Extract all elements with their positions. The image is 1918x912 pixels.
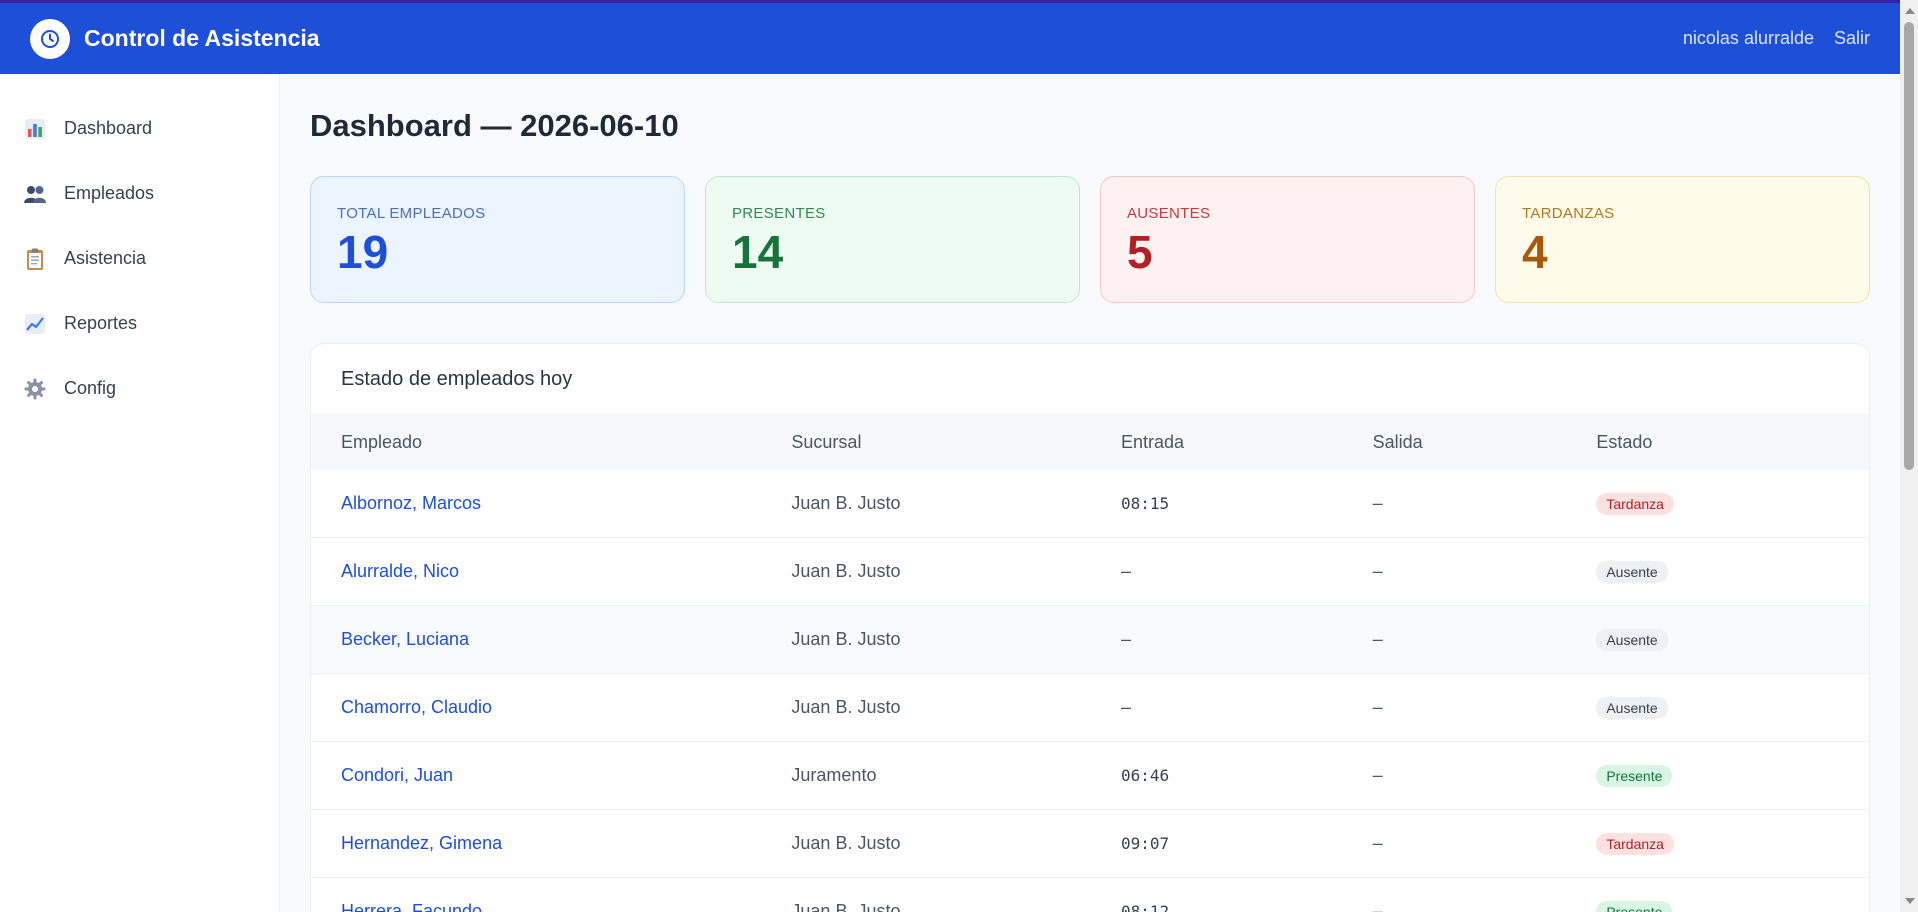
app-title: Control de Asistencia — [84, 25, 320, 51]
user-name[interactable]: nicolas alurralde — [1683, 28, 1814, 49]
stat-label: TARDANZAS — [1522, 205, 1615, 222]
entry-time-cell: 08:12 — [1120, 902, 1170, 912]
table-header: Empleado Sucursal Entrada Salida Estado — [311, 414, 1869, 470]
sidebar-item-label: Reportes — [64, 313, 138, 333]
employee-link[interactable]: Albornoz, Marcos — [341, 493, 481, 513]
stat-label: AUSENTES — [1127, 205, 1211, 222]
people-icon — [22, 181, 48, 207]
vertical-scrollbar[interactable] — [1900, 0, 1918, 912]
employee-link[interactable]: Alurralde, Nico — [341, 561, 459, 581]
table-row: Becker, Luciana Juan B. Justo – – Ausent… — [311, 606, 1869, 674]
table-row: Chamorro, Claudio Juan B. Justo – – Ause… — [311, 674, 1869, 742]
branch-cell: Juan B. Justo — [791, 697, 901, 717]
scrollbar-thumb[interactable] — [1904, 22, 1914, 470]
sidebar-item-empleados[interactable]: Empleados — [0, 161, 279, 226]
exit-time-cell: – — [1372, 697, 1383, 717]
stat-card-total: TOTAL EMPLEADOS 19 — [310, 176, 685, 303]
status-badge: Presente — [1596, 764, 1673, 787]
exit-time-cell: – — [1372, 629, 1383, 649]
clock-icon — [30, 18, 70, 59]
stat-label: TOTAL EMPLEADOS — [337, 205, 486, 222]
exit-time-cell: – — [1372, 561, 1383, 581]
table-row: Condori, Juan Juramento 06:46 – Presente — [311, 742, 1869, 810]
employee-link[interactable]: Condori, Juan — [341, 765, 453, 785]
entry-time-cell: – — [1120, 697, 1131, 717]
stat-label: PRESENTES — [732, 205, 826, 222]
stat-card-presentes: PRESENTES 14 — [705, 176, 1080, 303]
sidebar-item-dashboard[interactable]: Dashboard — [0, 96, 279, 161]
stats-row: TOTAL EMPLEADOS 19 PRESENTES 14 AUSENTES… — [310, 176, 1870, 303]
branch-cell: Juan B. Justo — [791, 561, 901, 581]
logout-link[interactable]: Salir — [1834, 28, 1870, 49]
scroll-up-arrow-icon[interactable] — [1905, 8, 1915, 14]
top-navbar: Control de Asistencia nicolas alurralde … — [0, 0, 1900, 74]
employee-link[interactable]: Herrera, Facundo — [341, 901, 482, 912]
branch-cell: Juramento — [791, 765, 877, 785]
branch-cell: Juan B. Justo — [791, 629, 901, 649]
exit-time-cell: – — [1372, 901, 1383, 912]
panel-title: Estado de empleados hoy — [341, 368, 573, 390]
entry-time-cell: 06:46 — [1120, 766, 1170, 785]
sidebar: Dashboard Empleados Asistencia Reportes … — [0, 74, 280, 912]
column-header-entrada: Entrada — [1120, 431, 1185, 452]
main-content: Dashboard — 2026-06-10 TOTAL EMPLEADOS 1… — [310, 74, 1870, 912]
employee-status-panel: Estado de empleados hoy Empleado Sucursa… — [310, 343, 1870, 912]
entry-time-cell: 09:07 — [1120, 834, 1170, 853]
exit-time-cell: – — [1372, 765, 1383, 785]
entry-time-cell: 08:15 — [1120, 494, 1170, 513]
status-badge: Ausente — [1596, 696, 1668, 719]
column-header-empleado: Empleado — [341, 431, 423, 452]
entry-time-cell: – — [1120, 629, 1131, 649]
stat-value: 19 — [337, 226, 389, 278]
table-row: Herrera, Facundo Juan B. Justo 08:12 – P… — [311, 878, 1869, 912]
exit-time-cell: – — [1372, 493, 1383, 513]
stat-card-ausentes: AUSENTES 5 — [1100, 176, 1475, 303]
bar-chart-icon — [22, 116, 48, 142]
sidebar-item-reportes[interactable]: Reportes — [0, 291, 279, 356]
status-badge: Tardanza — [1596, 832, 1674, 855]
column-header-salida: Salida — [1372, 431, 1423, 452]
employee-link[interactable]: Hernandez, Gimena — [341, 833, 502, 853]
entry-time-cell: – — [1120, 561, 1131, 581]
scroll-down-arrow-icon[interactable] — [1905, 898, 1915, 904]
table-row: Alurralde, Nico Juan B. Justo – – Ausent… — [311, 538, 1869, 606]
branch-cell: Juan B. Justo — [791, 833, 901, 853]
clipboard-icon — [22, 246, 48, 272]
branch-cell: Juan B. Justo — [791, 493, 901, 513]
stat-card-tardanzas: TARDANZAS 4 — [1495, 176, 1870, 303]
stat-value: 5 — [1127, 226, 1153, 278]
employee-link[interactable]: Chamorro, Claudio — [341, 697, 492, 717]
page-title: Dashboard — 2026-06-10 — [310, 108, 679, 143]
branch-cell: Juan B. Justo — [791, 901, 901, 912]
status-badge: Ausente — [1596, 560, 1668, 583]
table-row: Albornoz, Marcos Juan B. Justo 08:15 – T… — [311, 470, 1869, 538]
status-badge: Ausente — [1596, 628, 1668, 651]
sidebar-item-asistencia[interactable]: Asistencia — [0, 226, 279, 291]
sidebar-item-label: Config — [64, 378, 117, 398]
exit-time-cell: – — [1372, 833, 1383, 853]
sidebar-item-label: Asistencia — [64, 248, 147, 268]
status-badge: Presente — [1596, 900, 1673, 912]
line-chart-icon — [22, 311, 48, 337]
table-row: Hernandez, Gimena Juan B. Justo 09:07 – … — [311, 810, 1869, 878]
sidebar-item-label: Dashboard — [64, 118, 153, 138]
sidebar-item-label: Empleados — [64, 183, 155, 203]
employee-link[interactable]: Becker, Luciana — [341, 629, 469, 649]
gear-icon — [22, 376, 48, 402]
sidebar-item-config[interactable]: Config — [0, 356, 279, 421]
stat-value: 4 — [1522, 226, 1548, 278]
column-header-sucursal: Sucursal — [791, 431, 862, 452]
stat-value: 14 — [732, 226, 784, 278]
status-badge: Tardanza — [1596, 492, 1674, 515]
column-header-estado: Estado — [1596, 431, 1653, 452]
